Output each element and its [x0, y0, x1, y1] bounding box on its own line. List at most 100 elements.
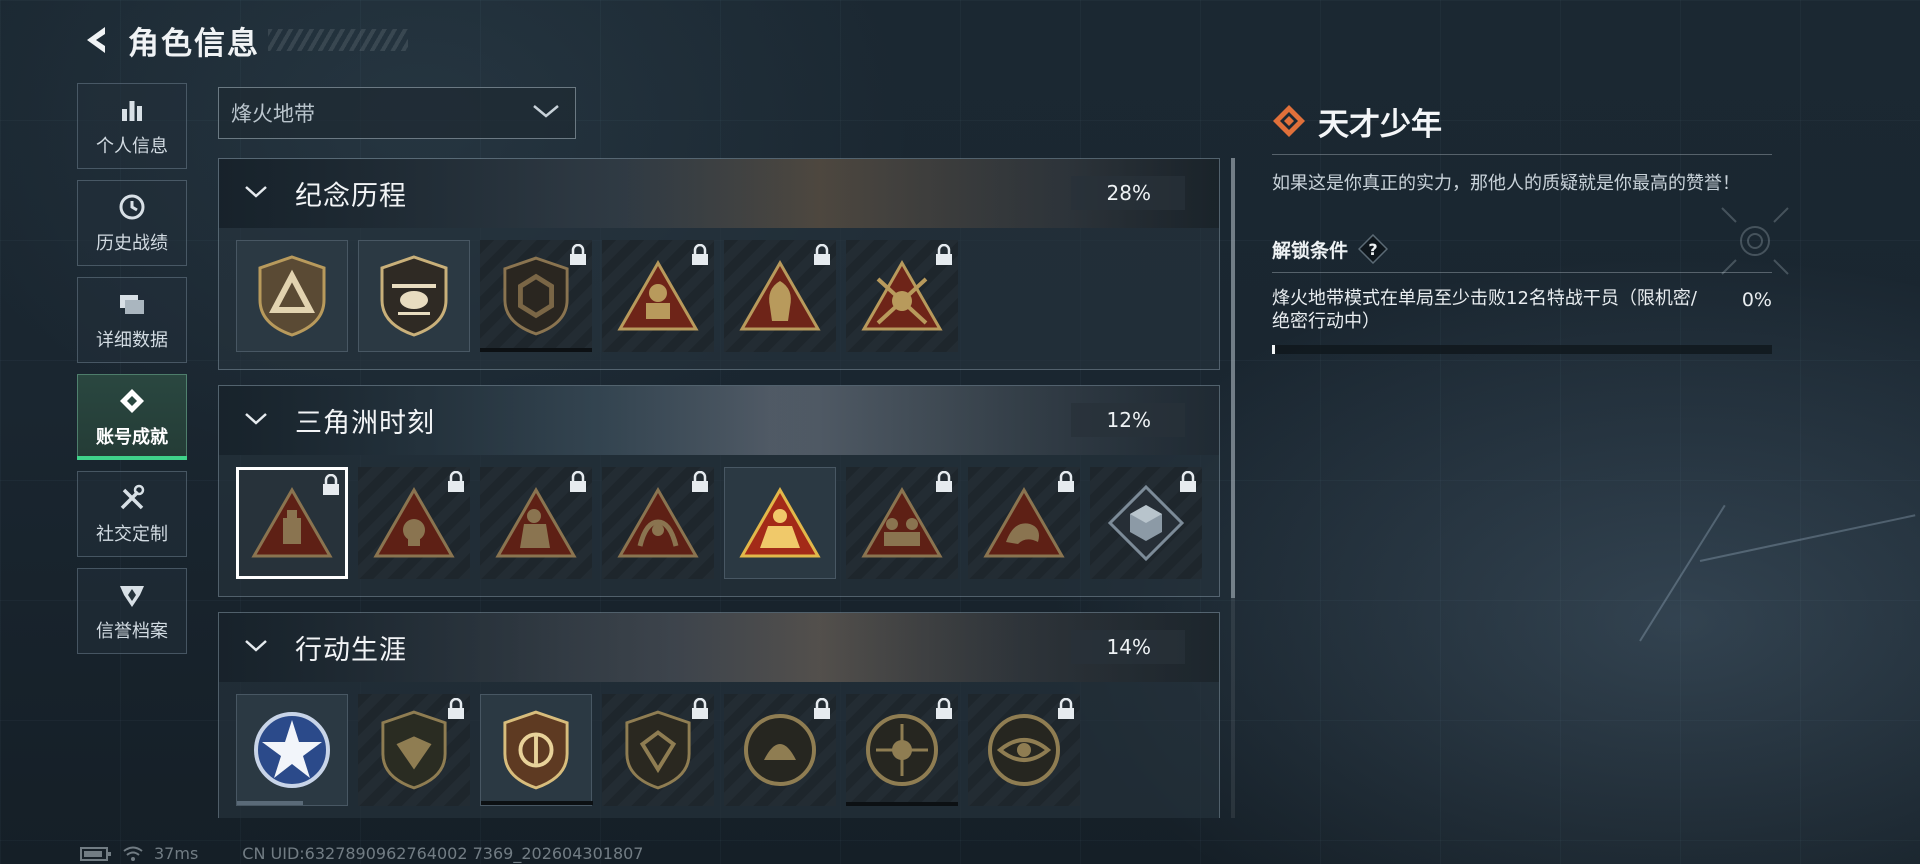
condition-progress-bar	[1272, 345, 1772, 354]
condition-progress: 0%	[1741, 289, 1772, 311]
lock-icon	[936, 698, 952, 719]
team-triangle-icon	[861, 486, 943, 558]
badge-row	[219, 682, 1219, 818]
divider	[1272, 272, 1772, 273]
title-decoration	[268, 29, 408, 51]
chevron-down-icon	[243, 638, 269, 658]
badge-tile[interactable]	[480, 240, 592, 352]
cube-diamond-icon	[1107, 484, 1185, 562]
sidebar-item-reputation[interactable]: 信誉档案	[77, 568, 187, 654]
section-header[interactable]: 纪念历程 28%	[219, 159, 1219, 228]
sidebar-item-label: 历史战绩	[96, 233, 168, 254]
achievement-icon	[116, 385, 148, 417]
battery-icon	[80, 846, 111, 861]
divider	[1272, 154, 1772, 155]
badge-tile[interactable]	[724, 694, 836, 806]
unlock-header: 解锁条件 ?	[1272, 232, 1772, 266]
sidebar-item-details[interactable]: 详细数据	[77, 277, 187, 363]
wifi-icon	[123, 846, 143, 861]
scrollbar-thumb[interactable]	[1231, 158, 1235, 598]
badge-tile[interactable]	[480, 694, 593, 806]
achievement-detail: 天才少年 如果这是你真正的实力，那他人的质疑就是你最高的赞誉！ 解锁条件 ? 烽…	[1272, 100, 1772, 354]
shell-coin-icon	[744, 714, 816, 786]
help-icon[interactable]: ?	[1358, 234, 1389, 264]
crosshair-decoration-icon	[1721, 207, 1789, 275]
section-memorial: 纪念历程 28%	[218, 158, 1220, 370]
badge-tile[interactable]	[968, 467, 1080, 579]
lock-icon	[814, 698, 830, 719]
sidebar-item-label: 信誉档案	[96, 621, 168, 642]
section-header[interactable]: 三角洲时刻 12%	[219, 386, 1219, 455]
badge-tile[interactable]	[1090, 467, 1202, 579]
section-title: 三角洲时刻	[295, 408, 435, 439]
helicopter-emblem-icon	[380, 255, 448, 337]
badge-tile[interactable]	[846, 694, 958, 806]
section-title: 纪念历程	[295, 181, 407, 212]
hexagon-emblem-icon	[503, 256, 569, 336]
badge-row	[219, 228, 1219, 369]
detail-description: 如果这是你真正的实力，那他人的质疑就是你最高的赞誉！	[1272, 173, 1740, 194]
shield-eagle-icon	[381, 710, 447, 790]
sidebar-item-achievements[interactable]: 账号成就	[77, 374, 187, 460]
star-medal-icon	[254, 712, 330, 788]
badge-tile[interactable]	[724, 467, 836, 579]
sidebar-item-profile[interactable]: 个人信息	[77, 83, 187, 169]
badge-tile[interactable]	[602, 240, 714, 352]
lock-icon	[1058, 471, 1074, 492]
lock-icon	[448, 698, 464, 719]
detail-header: 天才少年	[1272, 100, 1772, 143]
lock-icon	[692, 698, 708, 719]
badge-tile[interactable]	[358, 694, 470, 806]
sidebar-item-social[interactable]: 社交定制	[77, 471, 187, 557]
crossed-rifles-triangle-icon	[861, 259, 943, 331]
bar-chart-icon	[116, 94, 148, 126]
badge-tile[interactable]	[846, 240, 958, 352]
lock-icon	[814, 244, 830, 265]
clock-icon	[116, 191, 148, 223]
mode-select-value: 烽火地带	[231, 102, 315, 126]
shield-wing-icon	[116, 579, 148, 611]
badge-tile[interactable]	[236, 694, 348, 806]
lock-icon	[1180, 471, 1196, 492]
section-header[interactable]: 行动生涯 14%	[219, 613, 1219, 682]
badge-tile[interactable]	[602, 467, 714, 579]
achievement-diamond-icon	[1273, 105, 1305, 137]
tools-icon	[116, 482, 148, 514]
dragon-triangle-icon	[983, 486, 1065, 558]
badge-tile[interactable]	[358, 467, 470, 579]
condition-text: 烽火地带模式在单局至少击败12名特战干员（限机密/绝密行动中）	[1272, 288, 1697, 332]
badge-tile[interactable]	[968, 694, 1080, 806]
soldier-triangle-icon	[617, 259, 699, 331]
header: 角色信息	[78, 18, 408, 62]
crate-triangle-icon	[251, 486, 333, 558]
badge-tile[interactable]	[602, 694, 714, 806]
condition-row: 烽火地带模式在单局至少击败12名特战干员（限机密/绝密行动中） 0%	[1272, 287, 1772, 333]
badge-tile[interactable]	[358, 240, 470, 352]
lock-icon	[323, 474, 339, 495]
lock-icon	[570, 244, 586, 265]
badge-tile[interactable]	[480, 467, 592, 579]
gem-shield-icon	[625, 710, 691, 790]
gold-shield-icon	[503, 710, 569, 790]
hands-triangle-icon	[617, 486, 699, 558]
badge-tile[interactable]	[236, 467, 348, 579]
section-title: 行动生涯	[295, 635, 407, 666]
skull-triangle-icon	[373, 486, 455, 558]
list-scrollbar[interactable]	[1231, 158, 1235, 818]
lock-icon	[1058, 698, 1074, 719]
lock-icon	[570, 471, 586, 492]
mode-select[interactable]: 烽火地带	[218, 87, 576, 139]
badge-tile[interactable]	[236, 240, 348, 352]
badge-tile[interactable]	[846, 467, 958, 579]
badge-tile[interactable]	[724, 240, 836, 352]
page-title: 角色信息	[128, 25, 260, 62]
sidebar-item-history[interactable]: 历史战绩	[77, 180, 187, 266]
section-progress: 14%	[1071, 630, 1185, 664]
sidebar-item-label: 详细数据	[96, 330, 168, 351]
badge-row	[219, 455, 1219, 596]
badge-progress	[480, 348, 592, 352]
back-arrow-icon[interactable]	[78, 22, 114, 58]
operator-portrait-triangle-icon	[739, 259, 821, 331]
badge-progress	[846, 802, 958, 806]
lock-icon	[936, 471, 952, 492]
